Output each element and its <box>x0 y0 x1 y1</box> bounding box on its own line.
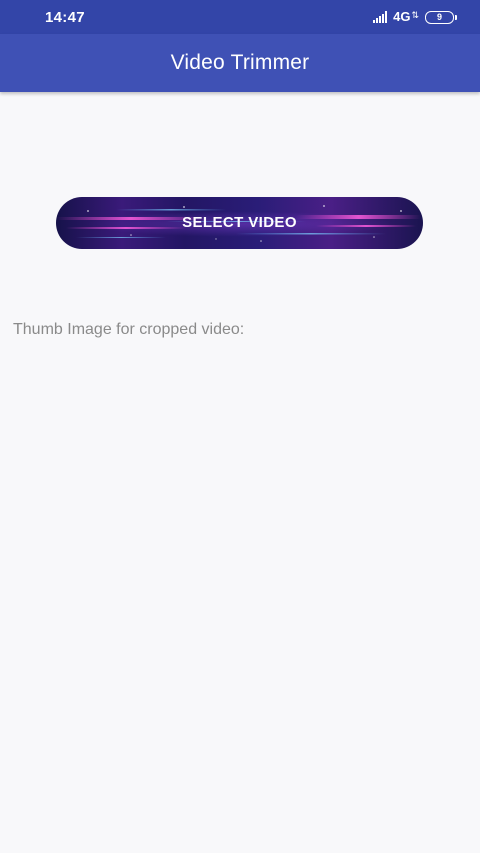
select-video-button[interactable]: SELECT VIDEO <box>56 197 423 249</box>
select-video-label: SELECT VIDEO <box>182 214 297 231</box>
status-bar: 14:47 4G ⇅ 9 <box>0 0 480 34</box>
status-icons: 4G ⇅ 9 <box>373 8 457 26</box>
app-bar: Video Trimmer <box>0 34 480 92</box>
page-title: Video Trimmer <box>170 51 310 74</box>
data-arrows-icon: ⇅ <box>411 10 419 20</box>
network-type: 4G <box>393 9 411 24</box>
battery-level: 9 <box>436 11 442 22</box>
battery-icon: 9 <box>425 10 457 24</box>
status-time: 14:47 <box>45 9 85 26</box>
thumb-image-label: Thumb Image for cropped video: <box>13 321 245 338</box>
signal-icon <box>373 11 388 23</box>
